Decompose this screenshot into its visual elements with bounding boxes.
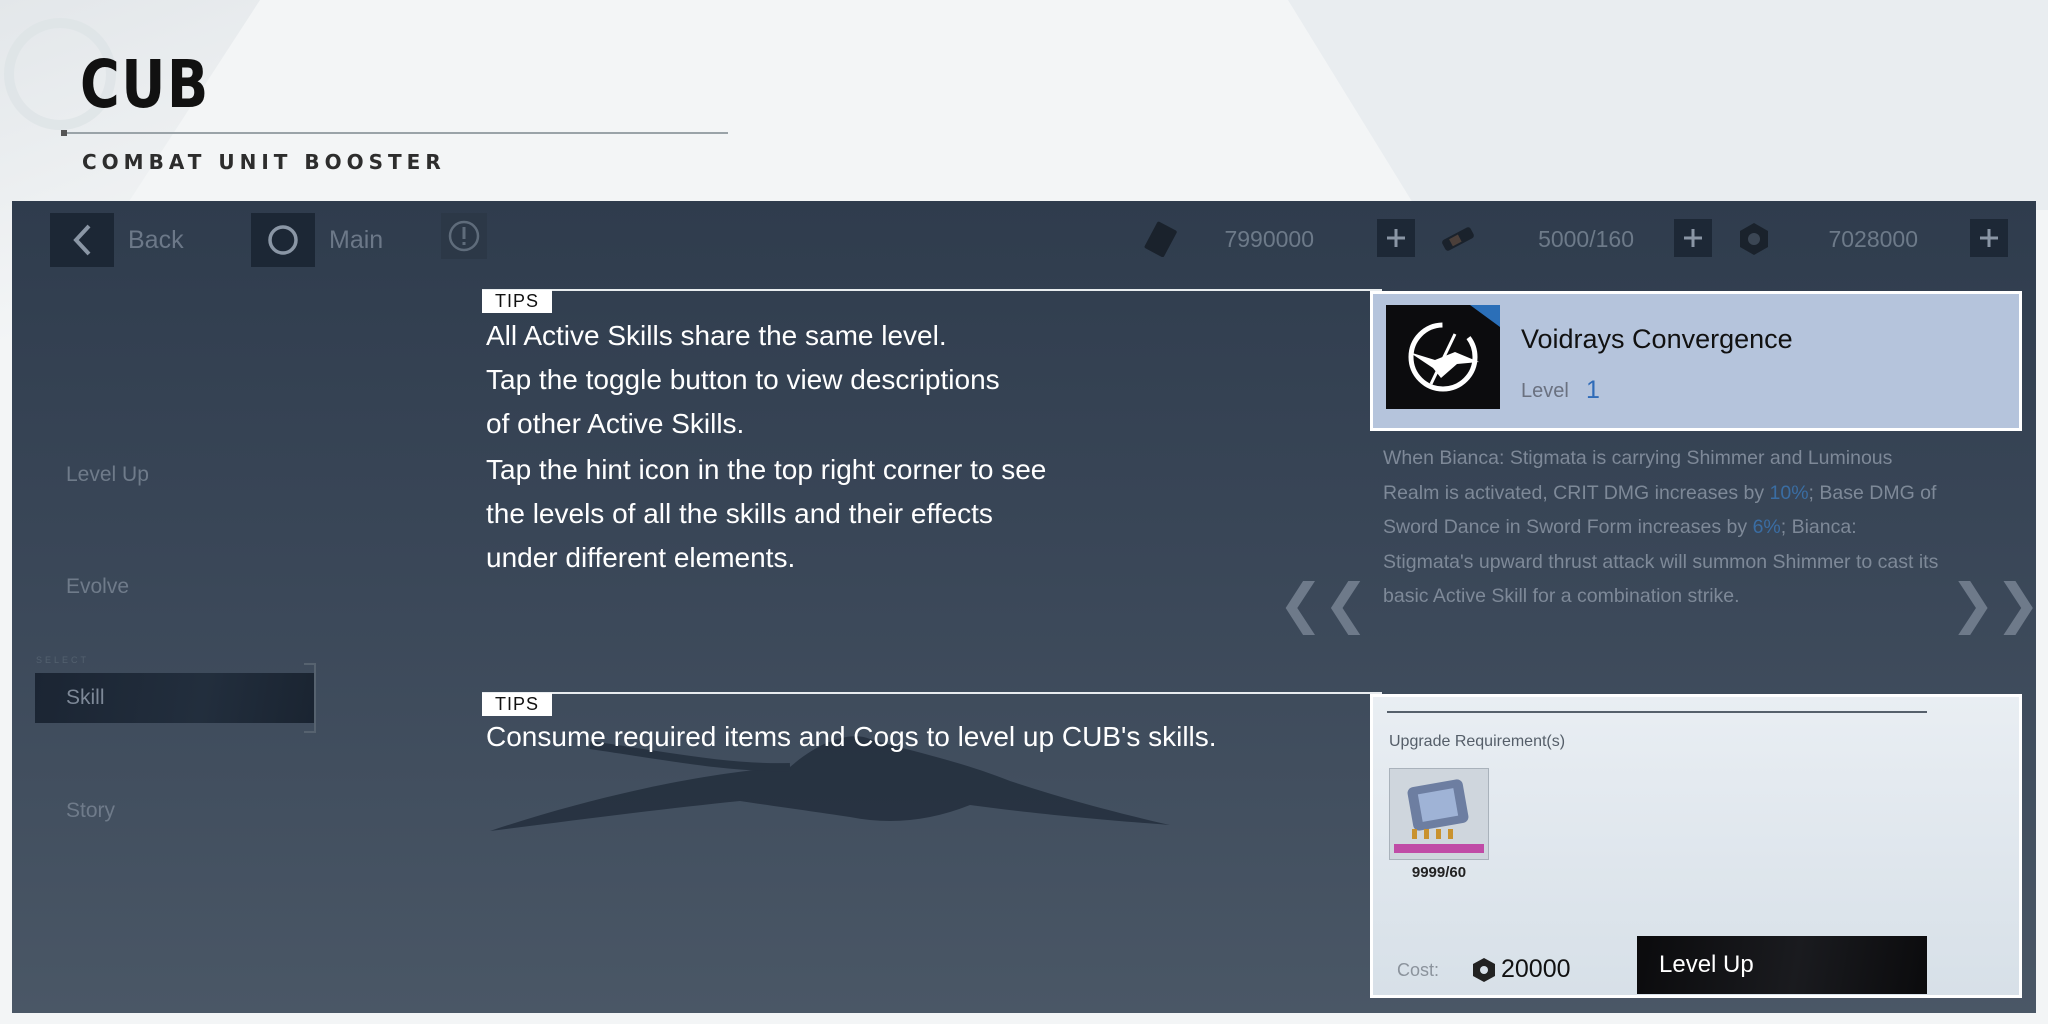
tips-badge: TIPS (482, 290, 552, 313)
main-label: Main (329, 225, 384, 254)
material-icon (1436, 219, 1480, 259)
tips-line: Tap the hint icon in the top right corne… (486, 454, 1047, 485)
upgrade-requirements-card: Upgrade Requirement(s) 9999/60 Cost: 200… (1370, 694, 2022, 998)
back-button[interactable]: Back (50, 213, 184, 267)
tips-badge: TIPS (482, 693, 552, 716)
skill-name: Voidrays Convergence (1521, 324, 1793, 354)
skill-icon (1386, 305, 1500, 409)
resource-value: 5000/160 (1538, 225, 1634, 252)
sidebar-item-level-up[interactable]: Level Up (66, 463, 149, 487)
tips-line: Consume required items and Cogs to level… (486, 721, 1217, 752)
home-circle-icon (251, 213, 315, 267)
hint-button[interactable] (441, 213, 487, 259)
level-up-label: Level Up (1659, 951, 1754, 978)
level-up-button[interactable]: Level Up (1637, 936, 1927, 994)
description-highlight: 6% (1752, 516, 1781, 538)
selection-bracket (304, 663, 316, 733)
next-skill-button[interactable]: ❯❯ (1950, 577, 2036, 631)
resource-value: 7028000 (1828, 225, 1918, 252)
tips-text: Consume required items and Cogs to level… (486, 715, 1217, 759)
sidebar-item-skill[interactable]: Skill (35, 673, 314, 723)
tips-text: All Active Skills share the same level. … (486, 314, 1000, 446)
header-background-shape-right (1288, 0, 2048, 210)
page-title: CUB (80, 46, 210, 123)
tips-divider (482, 289, 1382, 291)
prev-skill-button[interactable]: ❮❮ (1278, 577, 1369, 631)
item-rarity-bar (1394, 844, 1484, 853)
sidebar-item-label: Skill (66, 686, 105, 709)
back-label: Back (128, 225, 184, 254)
add-resource-button[interactable] (1674, 219, 1712, 257)
skill-level-label: Level (1521, 380, 1569, 402)
requirements-divider (1387, 711, 1927, 713)
cost-value: 20000 (1501, 955, 1571, 983)
main-button[interactable]: Main (251, 213, 383, 267)
add-resource-button[interactable] (1970, 219, 2008, 257)
plus-icon (1684, 229, 1702, 247)
hint-icon (448, 220, 480, 252)
skill-level-value: 1 (1586, 376, 1600, 404)
card-icon (1140, 219, 1184, 259)
tips-line: All Active Skills share the same level. (486, 320, 947, 351)
bottom-strip (0, 1013, 2048, 1024)
skill-card: Voidrays Convergence Level 1 (1370, 291, 2022, 431)
resource-cogs: 7028000 (1732, 219, 2032, 259)
sidebar-item-evolve[interactable]: Evolve (66, 575, 129, 599)
tips-line: of other Active Skills. (486, 408, 745, 439)
resource-value: 7990000 (1224, 225, 1314, 252)
tips-text: Tap the hint icon in the top right corne… (486, 448, 1046, 580)
title-divider (61, 130, 728, 136)
tips-line: the levels of all the skills and their e… (486, 498, 993, 529)
cog-currency-icon (1473, 958, 1495, 982)
requirement-count: 9999/60 (1411, 864, 1467, 881)
manta-emblem-icon (1408, 322, 1479, 392)
chip-item-icon (1407, 779, 1469, 839)
sidebar-item-story[interactable]: Story (66, 799, 115, 823)
plus-icon (1980, 229, 1998, 247)
tips-line: Tap the toggle button to view descriptio… (486, 364, 1000, 395)
tips-divider (482, 692, 1382, 694)
add-resource-button[interactable] (1377, 219, 1415, 257)
skill-description: When Bianca: Stigmata is carrying Shimme… (1383, 441, 1943, 614)
description-highlight: 10% (1769, 481, 1809, 504)
cog-currency-icon (1732, 219, 1776, 259)
requirements-title: Upgrade Requirement(s) (1389, 733, 1566, 750)
page-subtitle: COMBAT UNIT BOOSTER (82, 150, 446, 174)
tips-line: under different elements. (486, 542, 796, 573)
requirement-item[interactable] (1389, 768, 1489, 860)
plus-icon (1387, 229, 1405, 247)
cost-label: Cost: (1397, 960, 1440, 980)
select-tag: SELECT (36, 655, 90, 665)
chevron-left-icon (50, 213, 114, 267)
